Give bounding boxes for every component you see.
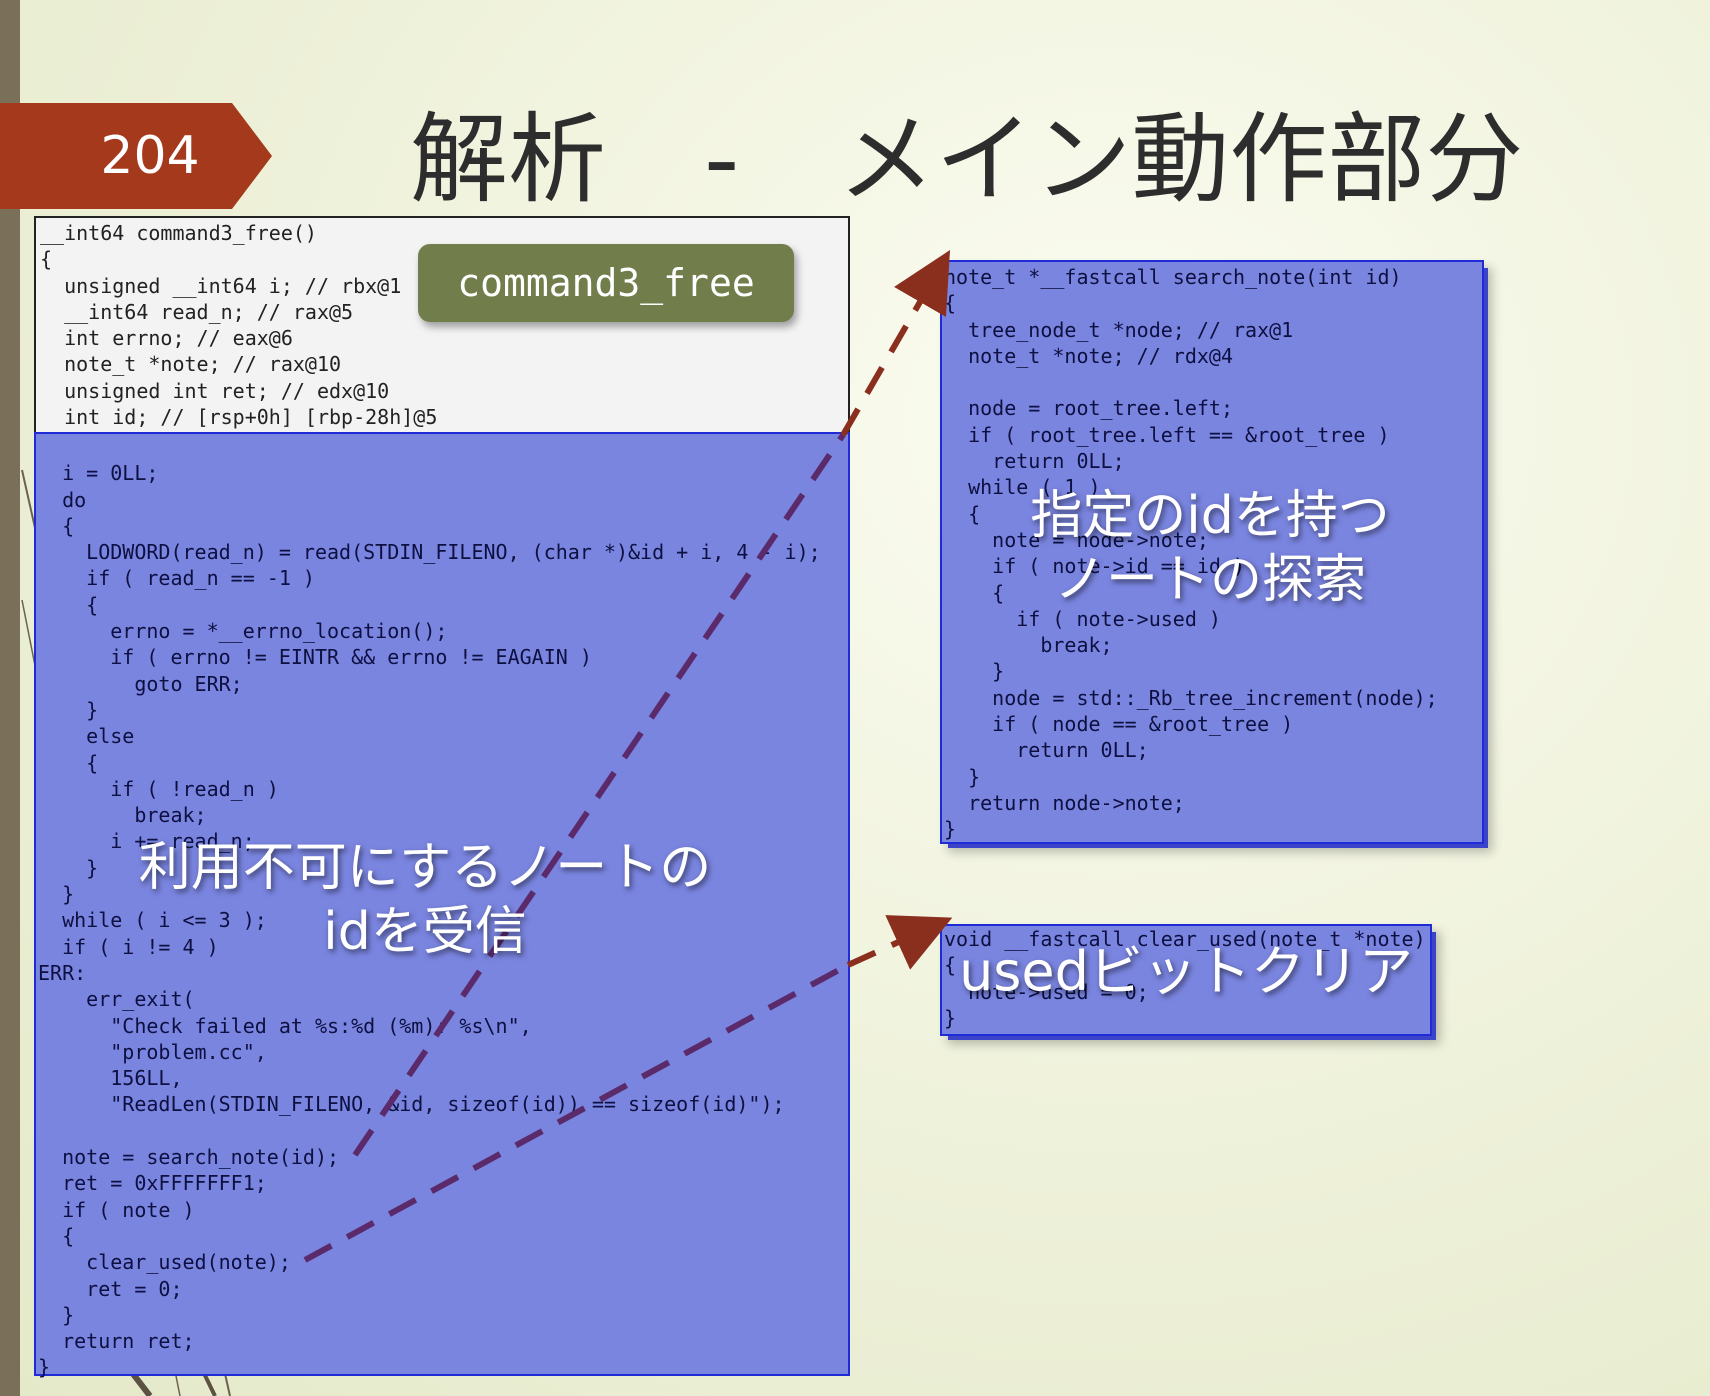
- arrow-search-lower: [352, 433, 846, 1157]
- overlay-line-2: ノートの探索: [1053, 550, 1366, 610]
- overlay-line-1: 指定のidを持つ: [1030, 486, 1390, 546]
- search-panel-overlay-text: 指定のidを持つ ノートの探索: [960, 484, 1460, 612]
- arrow-search-upper: [840, 250, 951, 437]
- main-panel-overlay-text: 利用不可にするノートの idを受信: [100, 836, 750, 964]
- dashed-arrows: [303, 250, 953, 1263]
- arrow-clear-upper: [846, 915, 953, 970]
- overlay-line-2: idを受信: [323, 902, 527, 962]
- overlay-line-1: 利用不可にするノートの: [138, 838, 712, 898]
- clear-panel-overlay-text: usedビットクリア: [959, 940, 1413, 1003]
